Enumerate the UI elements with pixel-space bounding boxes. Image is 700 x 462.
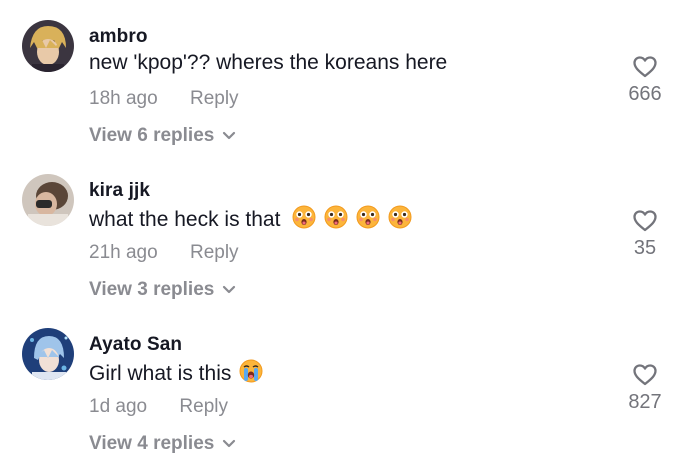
timestamp: 1d ago <box>89 396 148 417</box>
reply-button[interactable]: Reply <box>190 242 239 263</box>
comment-meta: 18h ago Reply <box>89 88 239 110</box>
like-count: 666 <box>628 83 662 105</box>
like-button[interactable]: 827 <box>620 363 670 414</box>
comment-text: Girl what is this <box>89 359 263 389</box>
view-replies-label: View 3 replies <box>89 279 215 300</box>
comment-item: kira jjk what the heck is that 21h ago R… <box>0 154 700 308</box>
astonished-face-icon <box>356 205 380 235</box>
comment-item: ambro new 'kpop'?? wheres the koreans he… <box>0 0 700 154</box>
username[interactable]: ambro <box>89 26 148 48</box>
heart-icon <box>633 210 657 232</box>
comment-text: new 'kpop'?? wheres the koreans here <box>89 51 447 75</box>
comment-item: Ayato San Girl what is this 1d ago Reply… <box>0 308 700 462</box>
view-replies-label: View 6 replies <box>89 125 215 146</box>
timestamp: 21h ago <box>89 242 158 263</box>
avatar[interactable] <box>22 174 74 226</box>
username[interactable]: kira jjk <box>89 180 150 202</box>
avatar[interactable] <box>22 20 74 72</box>
heart-icon <box>633 56 657 78</box>
astonished-face-icon <box>388 205 412 235</box>
comment-text-content: Girl what is this <box>89 362 232 385</box>
like-button[interactable]: 35 <box>620 209 670 260</box>
comment-text-content: what the heck is that <box>89 208 281 231</box>
view-replies-button[interactable]: View 6 replies <box>89 125 236 147</box>
timestamp: 18h ago <box>89 88 158 109</box>
reply-button[interactable]: Reply <box>190 88 239 109</box>
avatar[interactable] <box>22 328 74 380</box>
comment-meta: 21h ago Reply <box>89 242 239 264</box>
chevron-down-icon <box>223 439 236 448</box>
heart-icon <box>633 364 657 386</box>
comment-text-content: new 'kpop'?? wheres the koreans here <box>89 51 448 74</box>
like-button[interactable]: 666 <box>620 55 670 106</box>
view-replies-button[interactable]: View 3 replies <box>89 279 236 301</box>
like-count: 827 <box>628 391 662 413</box>
crying-face-icon <box>239 359 263 389</box>
chevron-down-icon <box>223 131 236 140</box>
username[interactable]: Ayato San <box>89 334 182 356</box>
view-replies-button[interactable]: View 4 replies <box>89 433 236 455</box>
like-count: 35 <box>633 237 657 259</box>
reply-button[interactable]: Reply <box>179 396 228 417</box>
astonished-face-icon <box>292 205 316 235</box>
view-replies-label: View 4 replies <box>89 433 215 454</box>
comment-text: what the heck is that <box>89 205 412 235</box>
astonished-face-icon <box>324 205 348 235</box>
comment-meta: 1d ago Reply <box>89 396 228 418</box>
chevron-down-icon <box>223 285 236 294</box>
